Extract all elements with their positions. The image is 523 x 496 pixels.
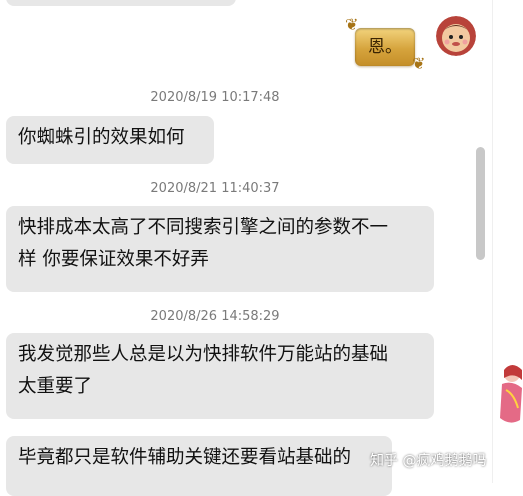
message-timestamp: 2020/8/21 11:40:37 (150, 181, 280, 196)
sent-message-bubble[interactable]: 恩。 (355, 28, 415, 66)
message-text-line: 样 你要保证效果不好弄 (18, 249, 209, 270)
received-message-bubble[interactable]: 快排成本太高了不同搜索引擎之间的参数不一 样 你要保证效果不好弄 (6, 206, 434, 292)
sticker-decoration-icon (492, 360, 523, 430)
user-avatar-icon[interactable] (436, 16, 476, 56)
bubble-decoration-icon: ❦ (412, 54, 426, 73)
message-text-line: 太重要了 (18, 376, 93, 397)
chat-window: ❦ 恩。 ❦ 2020/8/19 10:17:48 你蜘蛛引的效果如何 2020… (0, 0, 492, 496)
scrollbar-thumb[interactable] (476, 147, 485, 260)
sent-message-text: 恩。 (368, 37, 402, 57)
message-text-line: 快排成本太高了不同搜索引擎之间的参数不一 (18, 217, 389, 238)
received-message-bubble[interactable]: 我发觉那些人总是以为快排软件万能站的基础 太重要了 (6, 333, 434, 419)
message-timestamp: 2020/8/19 10:17:48 (150, 90, 280, 105)
watermark: 知乎 @疯鸡鹅鹅吗 (370, 453, 487, 469)
previous-message-bubble (6, 0, 236, 6)
received-message-bubble[interactable]: 毕竟都只是软件辅助关键还要看站基础的 (6, 436, 392, 496)
received-message-bubble[interactable]: 你蜘蛛引的效果如何 (6, 116, 214, 164)
message-text: 你蜘蛛引的效果如何 (18, 127, 185, 148)
message-text-line: 我发觉那些人总是以为快排软件万能站的基础 (18, 344, 389, 365)
message-text: 毕竟都只是软件辅助关键还要看站基础的 (18, 447, 352, 468)
message-timestamp: 2020/8/26 14:58:29 (150, 309, 280, 324)
